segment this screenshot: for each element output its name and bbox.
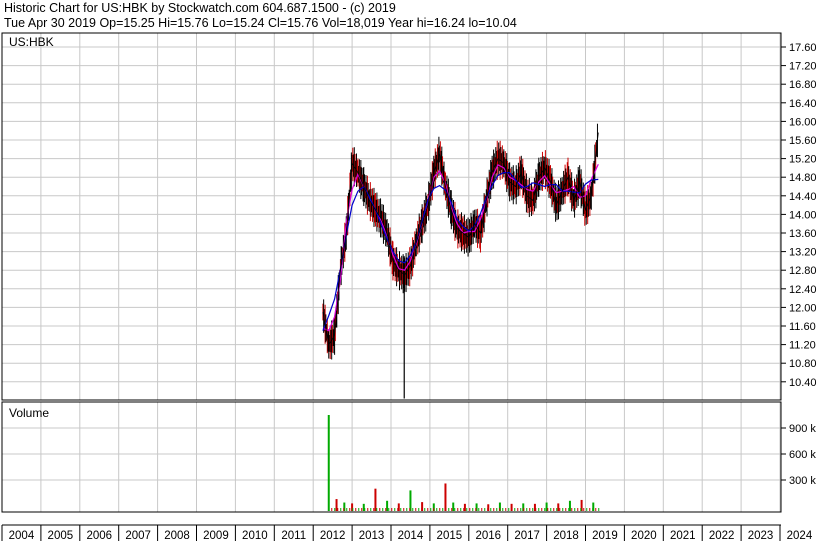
price-tick-label: 16.00	[789, 116, 817, 128]
price-tick-label: 11.60	[789, 321, 816, 333]
year-label: 2020	[631, 530, 657, 542]
year-label: 2023	[748, 530, 774, 542]
year-label: 2015	[437, 530, 463, 542]
year-label: 2021	[670, 530, 696, 542]
price-tick-label: 10.40	[789, 377, 817, 389]
volume-panel-title: Volume	[9, 406, 49, 420]
year-label: 2022	[709, 530, 735, 542]
year-label: 2009	[203, 530, 229, 542]
year-label: 2012	[320, 530, 346, 542]
year-label: 2005	[48, 530, 74, 542]
price-tick-label: 15.60	[789, 135, 817, 147]
year-label: 2008	[164, 530, 190, 542]
price-tick-label: 16.80	[789, 79, 817, 91]
year-label: 2018	[553, 530, 579, 542]
price-tick-label: 14.80	[789, 172, 817, 184]
price-tick-label: 13.20	[789, 247, 817, 259]
volume-tick-label: 300 k	[789, 475, 816, 487]
price-tick-label: 14.40	[789, 191, 817, 203]
price-tick-label: 15.20	[789, 154, 817, 166]
price-tick-label: 14.00	[789, 209, 817, 221]
price-tick-label: 12.80	[789, 265, 817, 277]
price-tick-label: 13.60	[789, 228, 817, 240]
year-label: 2006	[86, 530, 112, 542]
year-label: 2007	[125, 530, 151, 542]
stock-chart: 17.60 17.20 16.80 16.40 16.00 15.60 15.20 14.80…	[1, 32, 817, 542]
chart-marks	[322, 123, 600, 511]
volume-tick-label: 900 k	[789, 423, 816, 435]
price-tick-label: 16.40	[789, 98, 817, 110]
price-tick-label: 17.20	[789, 61, 817, 73]
year-label: 2016	[475, 530, 501, 542]
year-label: 2011	[281, 530, 306, 542]
price-tick-label: 17.60	[789, 42, 817, 54]
price-tick-label: 10.80	[789, 358, 817, 370]
price-tick-label: 11.20	[789, 340, 816, 352]
price-tick-label: 12.00	[789, 302, 817, 314]
year-label: 2019	[592, 530, 618, 542]
year-label: 2004	[9, 530, 35, 542]
volume-tick-label: 600 k	[789, 449, 816, 461]
price-panel-title: US:HBK	[9, 35, 54, 49]
year-label: 2024	[787, 530, 813, 542]
year-label: 2014	[398, 530, 424, 542]
year-axis: 2004 2005 2006 2007 2008 2009 2010 2011 2012 2013…	[1, 524, 813, 542]
year-label: 2013	[359, 530, 385, 542]
price-tick-label: 12.40	[789, 284, 817, 296]
year-label: 2010	[242, 530, 268, 542]
year-label: 2017	[514, 530, 540, 542]
